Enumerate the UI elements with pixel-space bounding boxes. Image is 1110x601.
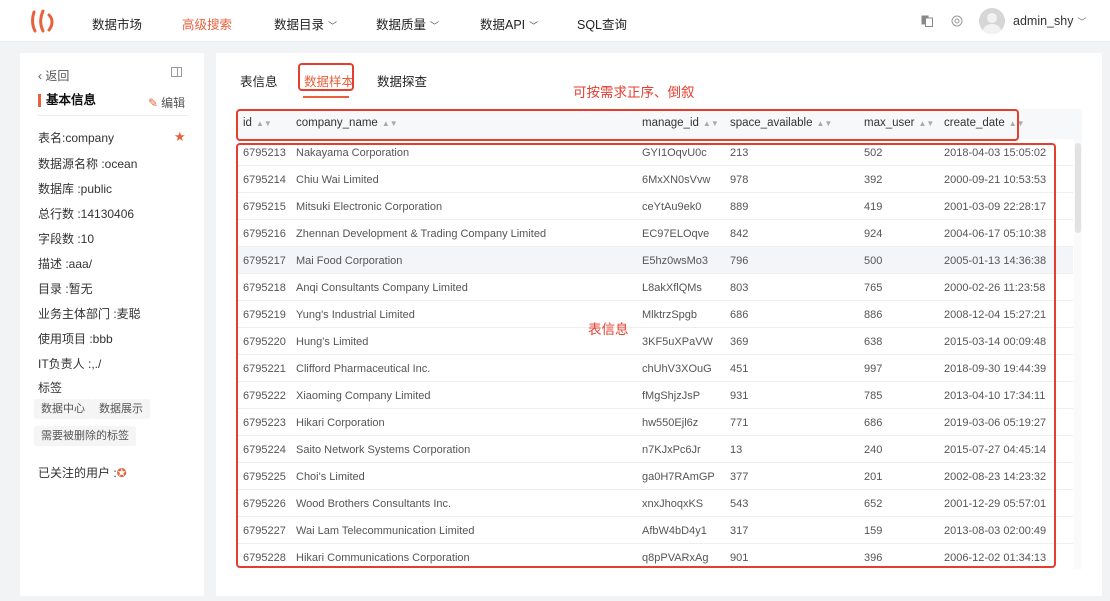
followers-row: 已关注的用户 :✪ [38, 464, 127, 481]
nav-item-sql-query[interactable]: SQL查询 [577, 14, 627, 33]
nav-item-data-catalog[interactable]: 数据目录 ﹀ [274, 14, 337, 33]
edit-button[interactable]: ✎ 编辑 [148, 94, 185, 111]
followers-label: 已关注的用户 : [38, 466, 117, 480]
nav-item-data-quality[interactable]: 数据质量 ﹀ [376, 14, 439, 33]
nav-item-data-api[interactable]: 数据API ﹀ [480, 14, 538, 33]
back-link[interactable]: ‹ 返回 [38, 67, 69, 84]
app-logo-icon[interactable] [30, 9, 56, 33]
info-project: 使用项目 :bbb [38, 332, 113, 346]
user-menu[interactable]: admin_shy ﹀ [1013, 14, 1086, 28]
chevron-down-icon: ﹀ [328, 21, 338, 31]
tag[interactable]: 需要被删除的标签 [34, 426, 136, 446]
tab-table-info[interactable]: 表信息 [240, 71, 278, 90]
basic-info-title: 基本信息 [38, 94, 96, 107]
annotation-box-header [236, 109, 1019, 141]
nav-item-label: SQL查询 [577, 18, 628, 32]
favorite-star-icon[interactable]: ★ [174, 129, 186, 145]
tag[interactable]: 数据展示 [92, 399, 150, 419]
info-table-name: 表名:company [38, 131, 115, 145]
tab-data-explore[interactable]: 数据探查 [377, 71, 427, 90]
info-row-count: 总行数 :14130406 [38, 207, 135, 221]
collapse-panel-icon[interactable] [171, 67, 182, 77]
info-catalog: 目录 :暂无 [38, 282, 93, 296]
edit-label: 编辑 [161, 96, 186, 110]
nav-item-data-market[interactable]: 数据市场 [92, 14, 142, 33]
user-avatar[interactable] [979, 8, 1005, 34]
annotation-sort-hint: 可按需求正序、倒叙 [573, 85, 695, 100]
table-info-sidebar: ‹ 返回 基本信息 ✎ 编辑 表名:company ★ 数据源名称 :ocean … [20, 53, 204, 596]
translate-icon[interactable] [921, 15, 933, 27]
nav-item-label: 数据目录 [274, 18, 325, 32]
username-label: admin_shy [1013, 14, 1074, 28]
pencil-icon: ✎ [148, 96, 159, 110]
divider [38, 115, 188, 116]
info-field-count: 字段数 :10 [38, 232, 95, 246]
tags-label: 标签 [38, 381, 63, 395]
info-datasource: 数据源名称 :ocean [38, 157, 138, 171]
back-label: 返回 [45, 69, 70, 83]
info-description: 描述 :aaa/ [38, 257, 93, 271]
main-content-panel: 表信息 数据样本 数据探查 可按需求正序、倒叙 id ▲▼ company_nam… [216, 53, 1102, 596]
nav-item-label: 数据市场 [92, 18, 143, 32]
active-tab-indicator [303, 96, 349, 98]
nav-item-label: 数据质量 [376, 18, 427, 32]
chevron-down-icon: ﹀ [430, 21, 440, 31]
settings-icon[interactable] [951, 15, 963, 27]
info-it-owner: IT负责人 :,./ [38, 357, 102, 371]
nav-item-label: 高级搜索 [182, 18, 233, 32]
chevron-down-icon: ﹀ [529, 21, 539, 31]
chevron-down-icon: ﹀ [1077, 17, 1087, 27]
nav-item-label: 数据API [480, 18, 526, 32]
annotation-box-table [236, 143, 1056, 568]
scrollbar-thumb[interactable] [1075, 143, 1081, 233]
info-database: 数据库 :public [38, 182, 113, 196]
info-business-dept: 业务主体部门 :麦聪 [38, 307, 141, 321]
top-navigation-bar: 数据市场 高级搜索 数据目录 ﹀ 数据质量 ﹀ 数据API ﹀ SQL查询 admin… [0, 0, 1110, 42]
table-scrollbar[interactable] [1074, 139, 1082, 569]
tag[interactable]: 数据中心 [34, 399, 92, 419]
nav-item-advanced-search[interactable]: 高级搜索 [182, 14, 232, 33]
follower-star-icon[interactable]: ✪ [117, 466, 127, 480]
annotation-box-tab [298, 63, 354, 91]
